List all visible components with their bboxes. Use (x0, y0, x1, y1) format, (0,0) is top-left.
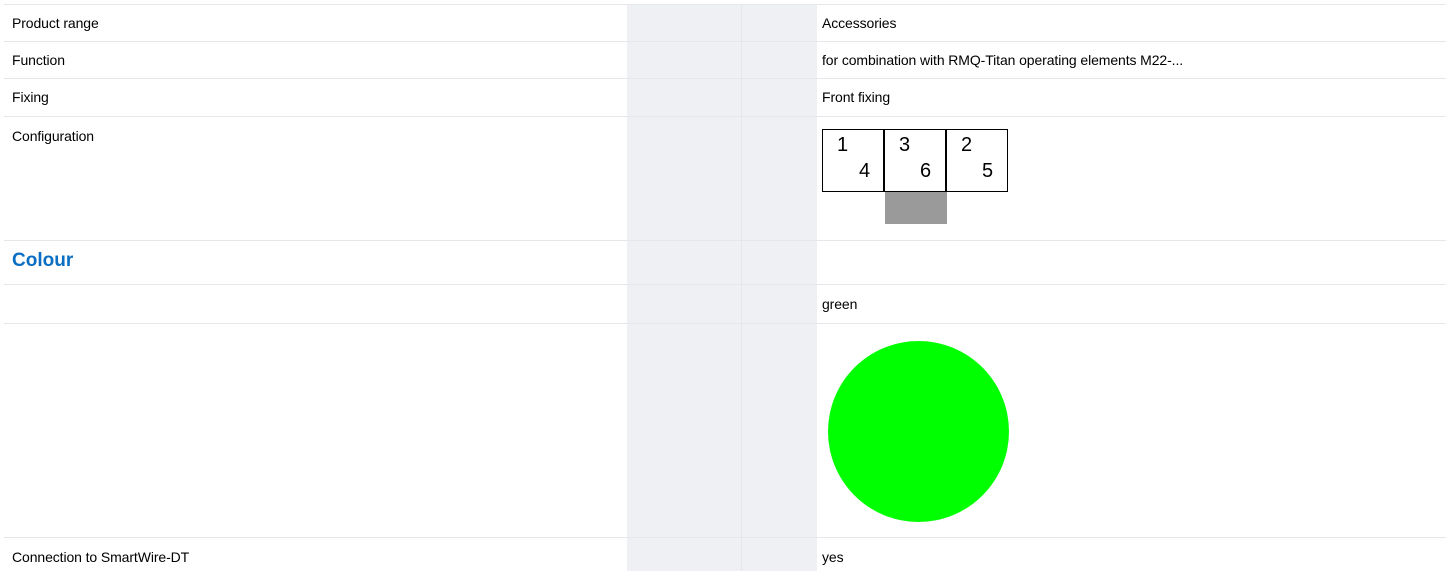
spec-label-smartwire: Connection to SmartWire-DT (12, 549, 190, 565)
product-spec-sheet: Product range Accessories Function for c… (0, 0, 1451, 571)
spec-row-colour-swatch (4, 324, 1446, 538)
spec-label-configuration: Configuration (12, 128, 94, 144)
contact-number-top: 1 (837, 134, 849, 156)
spec-row-function: Function for combination with RMQ-Titan … (4, 42, 1446, 79)
spec-row-product-range: Product range Accessories (4, 4, 1446, 42)
configuration-diagram: 1 4 3 6 2 5 (822, 129, 1010, 225)
spec-value-fixing: Front fixing (822, 89, 891, 105)
spec-row-smartwire: Connection to SmartWire-DT yes (4, 538, 1446, 571)
section-title-colour: Colour (12, 250, 74, 271)
actuator-block (885, 192, 947, 224)
spec-label-fixing: Fixing (12, 89, 49, 105)
spec-value-function: for combination with RMQ-Titan operating… (822, 52, 1184, 68)
spec-value-smartwire: yes (822, 549, 844, 565)
section-row-colour: Colour (4, 241, 1446, 285)
spec-value-colour-name: green (822, 296, 858, 312)
contact-number-top: 3 (899, 134, 911, 156)
spec-row-colour-name: green (4, 285, 1446, 324)
contact-number-bottom: 5 (982, 160, 994, 182)
spec-label-function: Function (12, 52, 65, 68)
spec-row-configuration: Configuration (4, 117, 1446, 241)
contact-position-cell: 2 5 (946, 129, 1008, 192)
spec-value-product-range: Accessories (822, 15, 897, 31)
spec-row-fixing: Fixing Front fixing (4, 79, 1446, 117)
spec-label-product-range: Product range (12, 15, 99, 31)
contact-number-bottom: 4 (859, 160, 871, 182)
contact-number-bottom: 6 (920, 160, 932, 182)
contact-position-cell: 3 6 (884, 129, 946, 192)
contact-number-top: 2 (961, 134, 973, 156)
contact-position-cell: 1 4 (822, 129, 884, 192)
colour-swatch-circle (828, 341, 1009, 522)
